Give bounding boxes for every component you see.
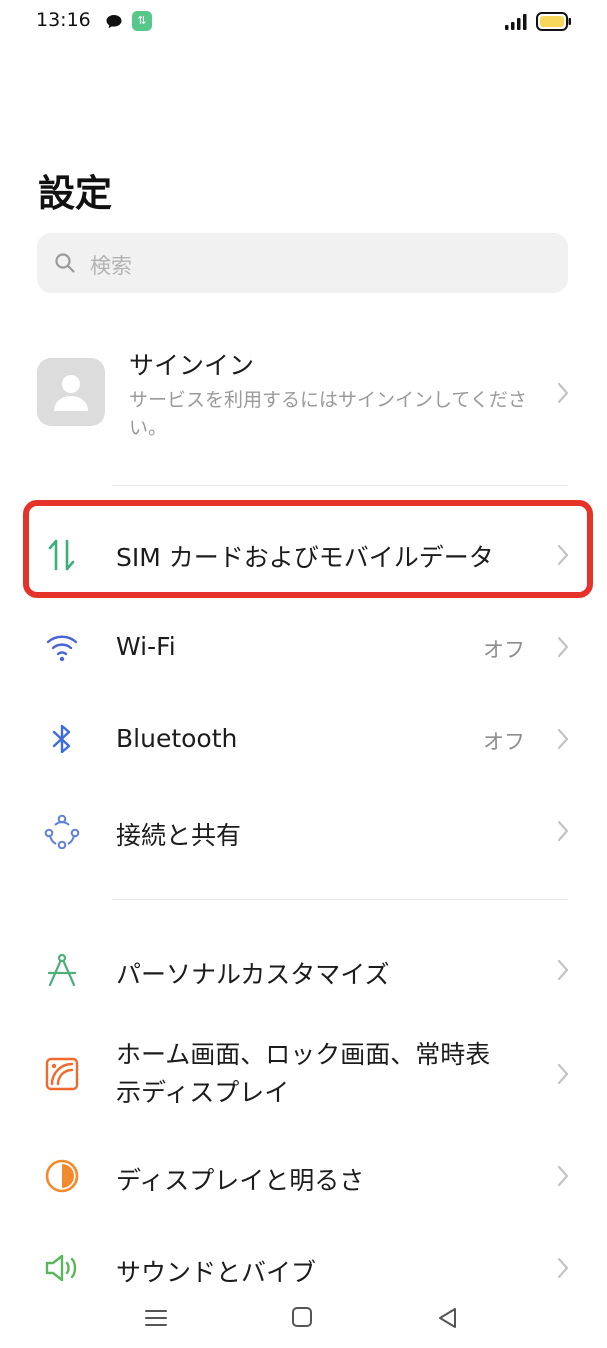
divider xyxy=(112,899,568,900)
home-icon[interactable] xyxy=(291,1306,313,1328)
chevron-right-icon xyxy=(557,1063,569,1085)
chat-bubble-icon xyxy=(106,15,122,29)
wifi-icon xyxy=(46,635,78,662)
settings-item-label-line: ホーム画面、ロック画面、常時表 xyxy=(116,1040,491,1069)
wifi-status: オフ xyxy=(483,638,525,662)
settings-item-label: ディスプレイと明るさ xyxy=(116,1166,365,1195)
settings-item-personalize[interactable]: パーソナルカスタマイズ xyxy=(0,924,607,1016)
signal-icon xyxy=(505,14,527,30)
settings-item-label: パーソナルカスタマイズ xyxy=(116,960,390,989)
sign-in-subtitle: サービスを利用するにはサインインしてください。 xyxy=(129,389,527,439)
chevron-right-icon xyxy=(557,820,569,842)
connection-share-icon xyxy=(44,814,80,849)
divider xyxy=(112,485,568,486)
search-icon xyxy=(55,253,75,273)
settings-item-label: ホーム画面、ロック画面、常時表 示ディスプレイ xyxy=(116,1036,490,1112)
settings-item-display-brightness[interactable]: ディスプレイと明るさ xyxy=(0,1130,607,1222)
settings-item-bluetooth[interactable]: Bluetooth オフ xyxy=(0,693,607,785)
status-time: 13:16 xyxy=(36,9,91,31)
chevron-right-icon xyxy=(557,728,569,750)
chevron-right-icon xyxy=(557,959,569,981)
settings-item-label: Wi-Fi xyxy=(116,632,176,661)
wallpaper-icon xyxy=(45,1057,79,1091)
page-title: 設定 xyxy=(38,172,112,215)
status-bar: 13:16 ⇅ xyxy=(0,0,607,44)
bluetooth-icon xyxy=(52,724,71,754)
chevron-right-icon xyxy=(557,636,569,658)
settings-item-label: サウンドとバイブ xyxy=(116,1258,317,1287)
chevron-right-icon xyxy=(557,382,569,404)
chevron-right-icon xyxy=(557,1165,569,1187)
settings-item-label-line: 示ディスプレイ xyxy=(116,1078,290,1107)
avatar xyxy=(37,358,105,426)
brightness-icon xyxy=(45,1159,79,1193)
back-icon[interactable] xyxy=(436,1306,460,1330)
highlight-box xyxy=(23,500,593,598)
compass-icon xyxy=(47,953,77,987)
settings-item-home-lock-aod[interactable]: ホーム画面、ロック画面、常時表 示ディスプレイ xyxy=(0,1016,607,1132)
chevron-right-icon xyxy=(557,1257,569,1279)
search-input[interactable]: 検索 xyxy=(37,233,568,293)
search-placeholder: 検索 xyxy=(90,254,132,278)
data-transfer-icon: ⇅ xyxy=(132,11,152,31)
navigation-bar xyxy=(0,1290,607,1348)
settings-item-label: 接続と共有 xyxy=(116,821,242,850)
settings-item-wifi[interactable]: Wi-Fi オフ xyxy=(0,601,607,693)
bluetooth-status: オフ xyxy=(483,730,525,754)
settings-item-connection-sharing[interactable]: 接続と共有 xyxy=(0,785,607,877)
sign-in-title: サインイン xyxy=(129,351,255,380)
speaker-icon xyxy=(45,1254,77,1282)
battery-icon xyxy=(536,12,571,31)
person-icon xyxy=(54,375,88,411)
menu-icon[interactable] xyxy=(144,1306,168,1330)
sign-in-row[interactable]: サインイン サービスを利用するにはサインインしてください。 xyxy=(0,330,607,456)
settings-item-label: Bluetooth xyxy=(116,724,238,753)
